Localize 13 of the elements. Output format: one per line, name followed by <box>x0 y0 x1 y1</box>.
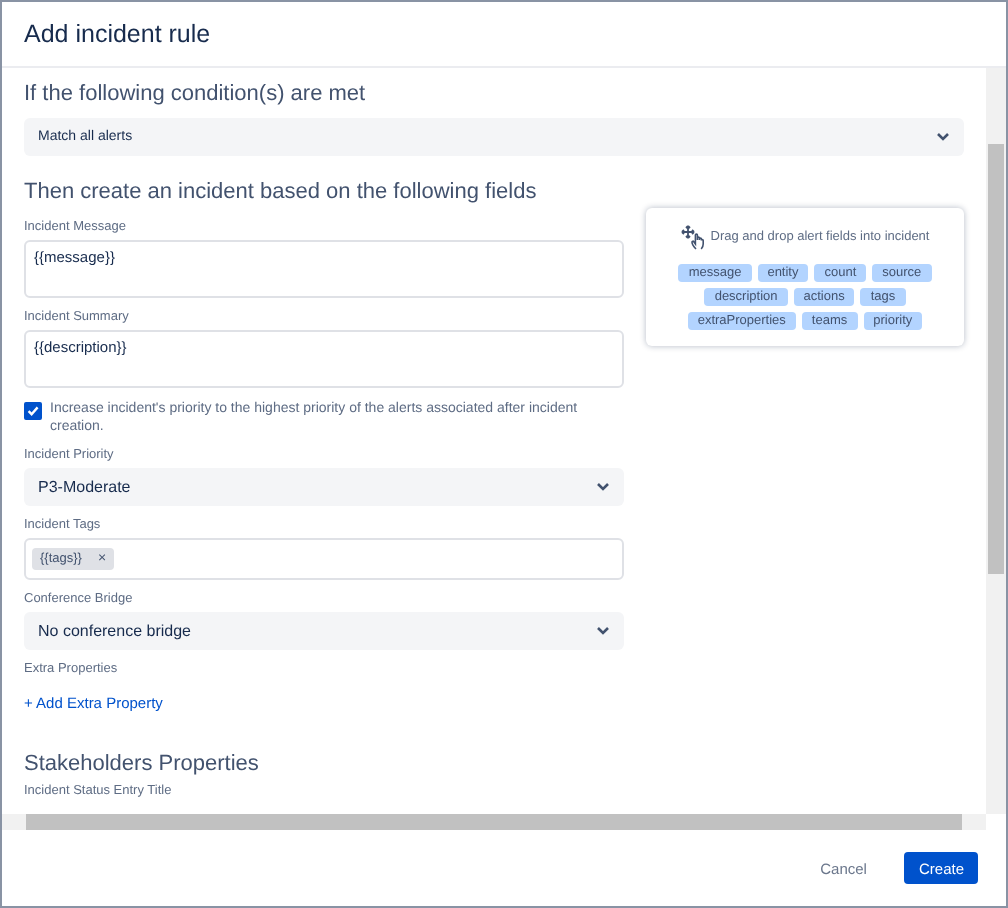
chevron-down-icon <box>596 626 610 636</box>
chevron-down-icon <box>936 132 950 142</box>
vertical-scrollbar[interactable] <box>986 68 1006 814</box>
chevron-down-icon <box>596 482 610 492</box>
horizontal-scrollbar[interactable] <box>2 814 986 830</box>
select-field[interactable]: No conference bridge <box>24 612 624 650</box>
section-heading: Stakeholders Properties <box>24 752 261 776</box>
section-heading: If the following condition(s) are met <box>24 82 368 106</box>
drag-hand-icon <box>680 224 709 250</box>
select-field[interactable]: P3-Moderate <box>24 468 624 506</box>
dialog-title: Add incident rule <box>24 20 211 48</box>
checkbox[interactable] <box>24 402 42 420</box>
section-heading: Then create an incident based on the following fields <box>24 180 539 204</box>
